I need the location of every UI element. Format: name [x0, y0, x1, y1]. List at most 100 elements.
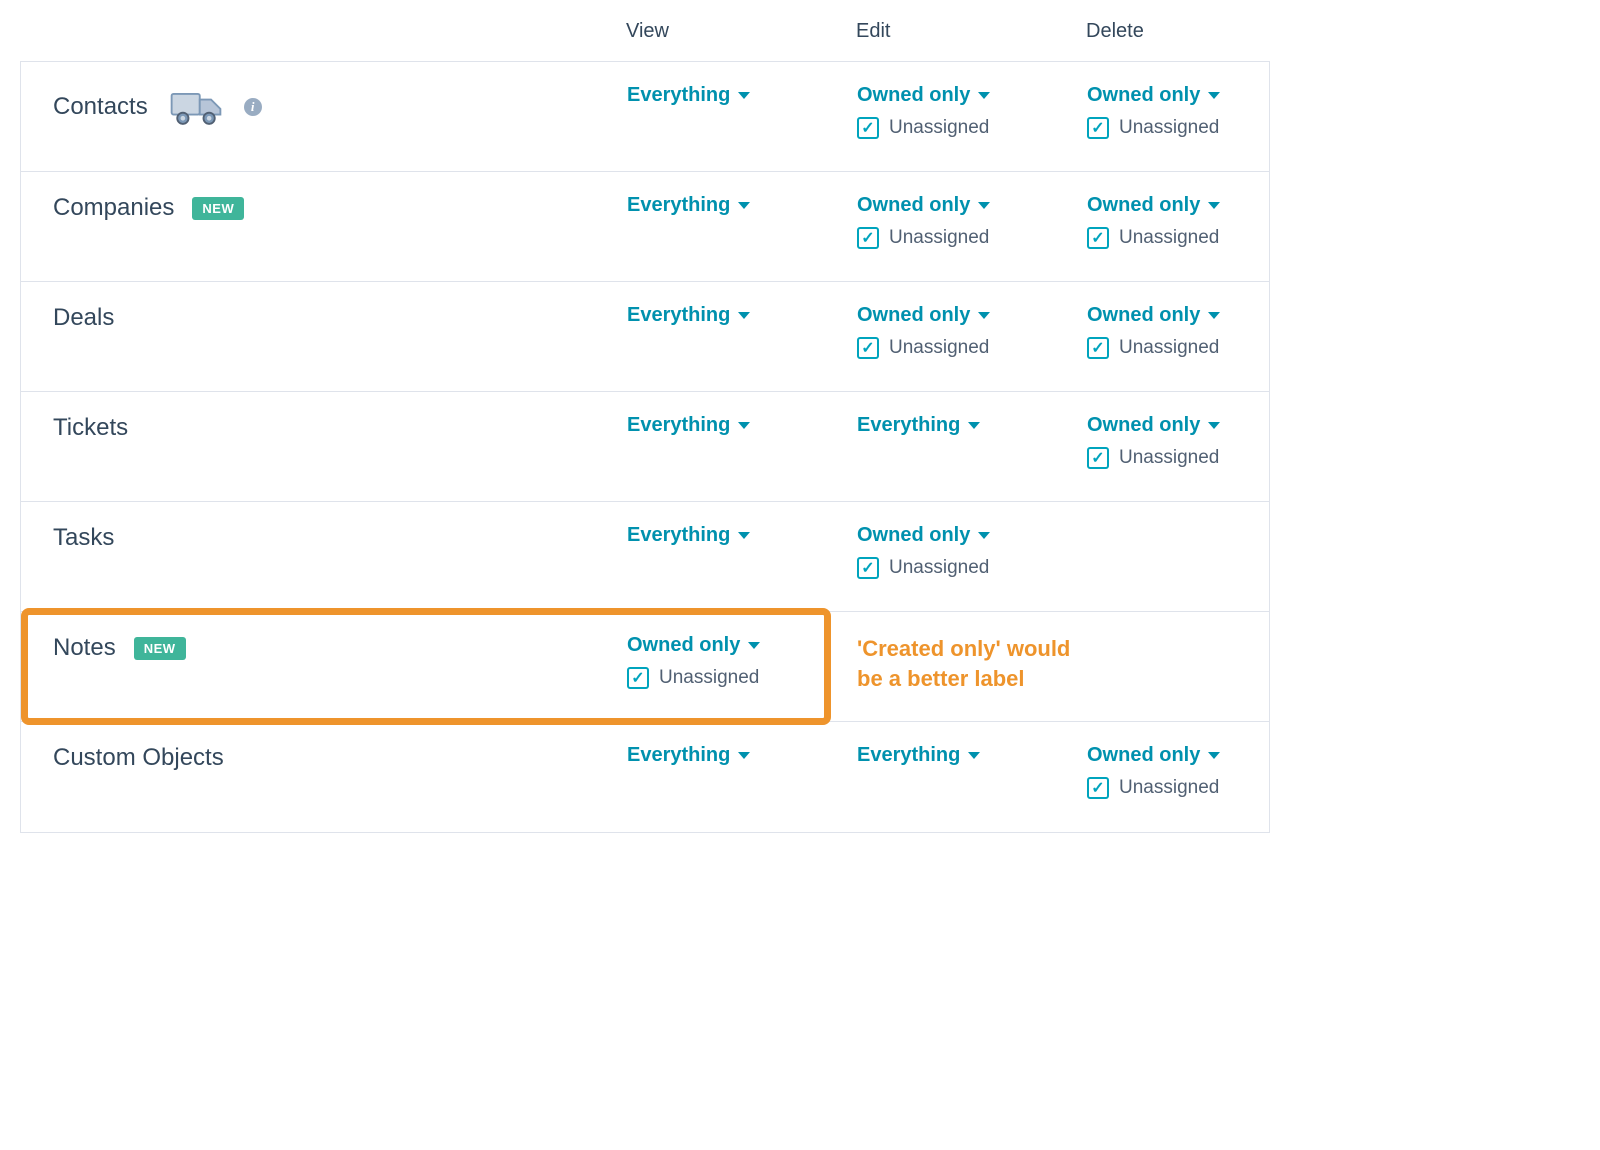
caret-down-icon [738, 422, 750, 429]
table-header-row: View Edit Delete [20, 20, 1270, 61]
table-row: Custom Objects Everything Everything Own… [21, 722, 1269, 832]
caret-down-icon [978, 532, 990, 539]
delete-unassigned-option: ✓ Unassigned [1087, 337, 1311, 359]
caret-down-icon [738, 752, 750, 759]
edit-cell: Everything [851, 414, 1081, 437]
view-permission-dropdown[interactable]: Everything [627, 84, 851, 107]
checkbox-icon[interactable]: ✓ [1087, 227, 1109, 249]
checkbox-icon[interactable]: ✓ [627, 667, 649, 689]
object-name: Deals [53, 304, 114, 332]
dropdown-label: Owned only [857, 524, 970, 547]
checkbox-icon[interactable]: ✓ [1087, 337, 1109, 359]
view-cell: Everything [621, 194, 851, 217]
checkbox-icon[interactable]: ✓ [857, 227, 879, 249]
edit-unassigned-option: ✓ Unassigned [857, 557, 1081, 579]
checkbox-icon[interactable]: ✓ [1087, 117, 1109, 139]
checkbox-label: Unassigned [1119, 777, 1219, 799]
dropdown-label: Owned only [1087, 414, 1200, 437]
caret-down-icon [1208, 92, 1220, 99]
edit-unassigned-option: ✓ Unassigned [857, 227, 1081, 249]
table-row: NotesNEW Owned only ✓ Unassigned 'Create… [21, 612, 1269, 722]
object-name: Notes [53, 634, 116, 662]
delete-cell: Owned only ✓ Unassigned [1081, 84, 1311, 139]
delete-permission-dropdown[interactable]: Owned only [1087, 194, 1311, 217]
caret-down-icon [1208, 752, 1220, 759]
delete-unassigned-option: ✓ Unassigned [1087, 777, 1311, 799]
delete-unassigned-option: ✓ Unassigned [1087, 447, 1311, 469]
checkbox-icon[interactable]: ✓ [857, 117, 879, 139]
view-permission-dropdown[interactable]: Everything [627, 414, 851, 437]
caret-down-icon [748, 642, 760, 649]
table-row: Tasks Everything Owned only ✓ Unassigned [21, 502, 1269, 612]
permissions-table: View Edit Delete Contacts i Everything O… [20, 20, 1270, 833]
dropdown-label: Owned only [857, 84, 970, 107]
dropdown-label: Everything [627, 744, 730, 767]
caret-down-icon [738, 312, 750, 319]
view-permission-dropdown[interactable]: Everything [627, 194, 851, 217]
info-icon[interactable]: i [244, 98, 262, 116]
checkbox-icon[interactable]: ✓ [857, 337, 879, 359]
view-cell: Everything [621, 414, 851, 437]
annotation-text: 'Created only' would be a better label [851, 634, 1081, 693]
view-cell: Everything [621, 744, 851, 767]
edit-permission-dropdown[interactable]: Owned only [857, 194, 1081, 217]
edit-cell: Everything [851, 744, 1081, 767]
edit-unassigned-option: ✓ Unassigned [857, 117, 1081, 139]
checkbox-label: Unassigned [1119, 447, 1219, 469]
delete-permission-dropdown[interactable]: Owned only [1087, 84, 1311, 107]
edit-cell: Owned only ✓ Unassigned [851, 304, 1081, 359]
row-label-cell: Tasks [21, 524, 621, 552]
new-badge: NEW [134, 637, 186, 660]
view-permission-dropdown[interactable]: Everything [627, 304, 851, 327]
dropdown-label: Everything [627, 84, 730, 107]
view-cell: Everything [621, 84, 851, 107]
caret-down-icon [738, 202, 750, 209]
table-row: Companies NEW Everything Owned only ✓ Una… [21, 172, 1269, 282]
dropdown-label: Owned only [857, 304, 970, 327]
row-label-cell: Tickets [21, 414, 621, 442]
table-row: Tickets Everything Everything Owned only… [21, 392, 1269, 502]
delete-cell: Owned only ✓ Unassigned [1081, 304, 1311, 359]
table-body: Contacts i Everything Owned only ✓ Unass… [20, 61, 1270, 833]
edit-permission-dropdown[interactable]: Everything [857, 744, 1081, 767]
caret-down-icon [968, 752, 980, 759]
dropdown-label: Owned only [1087, 194, 1200, 217]
dropdown-label: Owned only [627, 634, 740, 657]
table-row: Deals Everything Owned only ✓ Unassigned… [21, 282, 1269, 392]
caret-down-icon [978, 202, 990, 209]
checkbox-label: Unassigned [889, 227, 989, 249]
object-name: Custom Objects [53, 744, 224, 772]
caret-down-icon [978, 312, 990, 319]
column-header-edit: Edit [850, 20, 1080, 43]
edit-permission-dropdown[interactable]: Owned only [857, 304, 1081, 327]
new-badge: NEW [192, 197, 244, 220]
caret-down-icon [1208, 312, 1220, 319]
caret-down-icon [1208, 422, 1220, 429]
view-permission-dropdown[interactable]: Everything [627, 524, 851, 547]
dropdown-label: Owned only [1087, 744, 1200, 767]
edit-permission-dropdown[interactable]: Owned only [857, 524, 1081, 547]
caret-down-icon [978, 92, 990, 99]
delete-cell: Owned only ✓ Unassigned [1081, 414, 1311, 469]
object-name: Contacts [53, 93, 148, 121]
caret-down-icon [738, 532, 750, 539]
row-label-cell: Deals [21, 304, 621, 332]
object-name: Tasks [53, 524, 114, 552]
dropdown-label: Everything [857, 414, 960, 437]
row-label-cell: Custom Objects [21, 744, 621, 772]
checkbox-icon[interactable]: ✓ [1087, 447, 1109, 469]
delete-permission-dropdown[interactable]: Owned only [1087, 414, 1311, 437]
view-permission-dropdown[interactable]: Everything [627, 744, 851, 767]
delete-permission-dropdown[interactable]: Owned only [1087, 304, 1311, 327]
object-name: Companies [53, 194, 174, 222]
checkbox-icon[interactable]: ✓ [857, 557, 879, 579]
dropdown-label: Everything [627, 304, 730, 327]
column-header-view: View [620, 20, 850, 43]
view-cell: Everything [621, 524, 851, 547]
view-cell: Everything [621, 304, 851, 327]
checkbox-icon[interactable]: ✓ [1087, 777, 1109, 799]
view-permission-dropdown[interactable]: Owned only [627, 634, 851, 657]
edit-permission-dropdown[interactable]: Owned only [857, 84, 1081, 107]
edit-permission-dropdown[interactable]: Everything [857, 414, 1081, 437]
delete-permission-dropdown[interactable]: Owned only [1087, 744, 1311, 767]
